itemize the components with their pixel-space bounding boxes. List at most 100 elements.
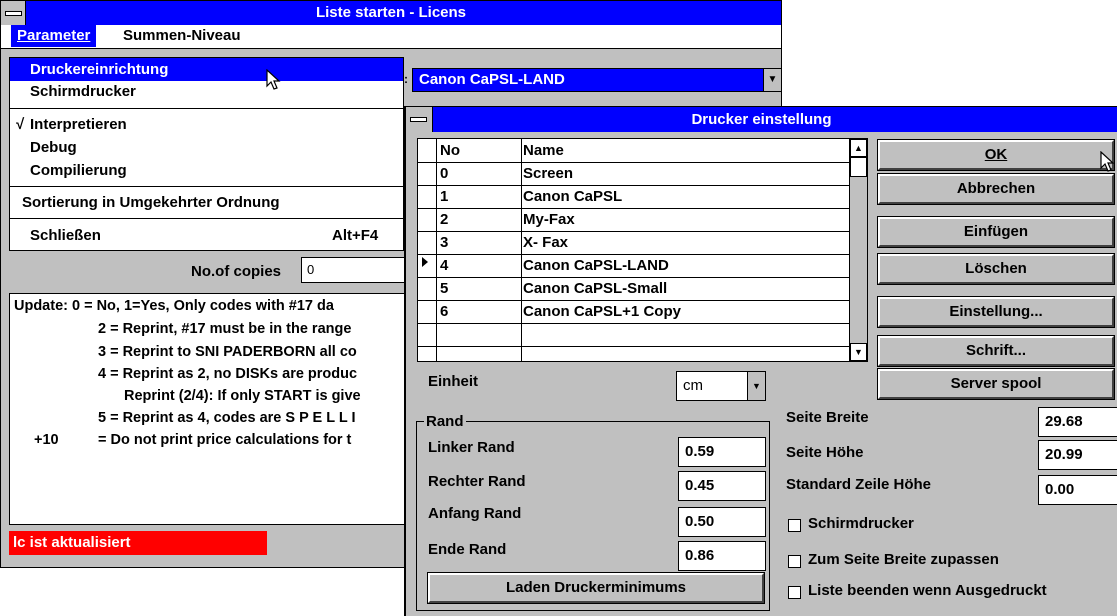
einheit-label: Einheit bbox=[428, 373, 479, 390]
table-row-empty[interactable] bbox=[418, 323, 850, 347]
ende-rand-label: Ende Rand bbox=[428, 541, 507, 558]
cell-no: 6 bbox=[440, 303, 449, 320]
check-icon: √ bbox=[16, 116, 25, 133]
menu-item-compilierung[interactable]: Compilierung bbox=[10, 159, 403, 182]
druckereinrichtung-label: Druckereinrichtung bbox=[30, 61, 169, 78]
printer-settings-dialog: Drucker einstellung No Name 0 Screen 1 Cano… bbox=[404, 106, 1117, 616]
window-title: Liste starten - Licens bbox=[1, 1, 781, 25]
zeile-hoehe-field[interactable]: 0.00 bbox=[1038, 475, 1117, 505]
status-bar: lc ist aktualisiert bbox=[9, 531, 267, 555]
cell-no: 0 bbox=[440, 165, 449, 182]
menu-separator bbox=[10, 218, 403, 219]
einheit-select[interactable]: cm ▼ bbox=[676, 371, 766, 401]
menu-item-schirmdrucker[interactable]: Schirmdrucker bbox=[10, 80, 403, 103]
seite-hoehe-label: Seite Höhe bbox=[786, 444, 864, 461]
header-name: Name bbox=[523, 142, 564, 159]
loeschen-button[interactable]: Löschen bbox=[877, 253, 1115, 285]
anfang-rand-label: Anfang Rand bbox=[428, 505, 522, 522]
schirmdrucker-checkbox[interactable] bbox=[788, 519, 801, 532]
menu-parameter-label: Parameter bbox=[17, 27, 91, 44]
server-spool-button[interactable]: Server spool bbox=[877, 368, 1115, 400]
rechter-rand-label: Rechter Rand bbox=[428, 473, 526, 490]
copies-input[interactable]: 0 bbox=[301, 257, 409, 283]
text-line: 2 = Reprint, #17 must be in the range bbox=[98, 321, 352, 337]
menu-bar: Parameter Summen-Niveau bbox=[1, 25, 781, 49]
text-line: +10 bbox=[34, 432, 59, 448]
table-row[interactable]: 0 Screen bbox=[418, 162, 850, 186]
menu-item-debug[interactable]: Debug bbox=[10, 136, 403, 159]
einstellung-button[interactable]: Einstellung... bbox=[877, 296, 1115, 328]
schliessen-label: Schließen bbox=[30, 227, 101, 244]
system-menu-button[interactable] bbox=[1, 1, 26, 25]
text-line: Reprint (2/4): If only START is give bbox=[124, 388, 361, 404]
compilierung-label: Compilierung bbox=[30, 162, 127, 179]
scroll-down-icon[interactable]: ▼ bbox=[850, 343, 867, 361]
sortierung-label: Sortierung in Umgekehrter Ordnung bbox=[22, 194, 280, 211]
menu-item-schliessen[interactable]: Schließen Alt+F4 bbox=[10, 224, 403, 247]
interpretieren-label: Interpretieren bbox=[30, 116, 127, 133]
seite-hoehe-field[interactable]: 20.99 bbox=[1038, 440, 1117, 470]
menu-parameter[interactable]: Parameter bbox=[11, 25, 97, 47]
header-no: No bbox=[440, 142, 460, 159]
text-line: 3 = Reprint to SNI PADERBORN all co bbox=[98, 344, 357, 360]
table-row[interactable]: 2 My-Fax bbox=[418, 208, 850, 232]
printer-table: No Name 0 Screen 1 Canon CaPSL 2 My-Fax 3 X- Fa… bbox=[417, 138, 868, 362]
menu-separator bbox=[10, 186, 403, 187]
text-line: 4 = Reprint as 2, no DISKs are produc bbox=[98, 366, 358, 382]
description-text: Update: 0 = No, 1=Yes, Only codes with #… bbox=[9, 293, 409, 525]
text-line: = Do not print price calculations for t bbox=[98, 432, 352, 448]
shortcut-label: Alt+F4 bbox=[332, 227, 379, 244]
cell-no: 4 bbox=[440, 257, 449, 274]
schirmdrucker-checkbox-label: Schirmdrucker bbox=[808, 515, 914, 532]
cell-no: 1 bbox=[440, 188, 449, 205]
zupassen-checkbox[interactable] bbox=[788, 555, 801, 568]
text-line: 5 = Reprint as 4, codes are S P E L L I bbox=[98, 410, 356, 426]
abbrechen-button[interactable]: Abbrechen bbox=[877, 173, 1115, 205]
seite-breite-label: Seite Breite bbox=[786, 409, 869, 426]
zeile-hoehe-label: Standard Zeile Höhe bbox=[786, 476, 932, 493]
laden-druckerminimums-button[interactable]: Laden Druckerminimums bbox=[427, 572, 765, 604]
schirmdrucker-label: Schirmdrucker bbox=[30, 83, 136, 100]
text-line: Update: 0 = No, 1=Yes, Only codes with #… bbox=[14, 298, 334, 314]
anfang-rand-field[interactable]: 0.50 bbox=[678, 507, 766, 537]
table-row[interactable]: 1 Canon CaPSL bbox=[418, 185, 850, 209]
cell-no: 5 bbox=[440, 280, 449, 297]
cell-name: Canon CaPSL bbox=[523, 188, 623, 205]
menu-summen-niveau[interactable]: Summen-Niveau bbox=[117, 25, 247, 47]
rand-group-title: Rand bbox=[424, 413, 466, 430]
table-scrollbar[interactable]: ▲ ▼ bbox=[849, 139, 867, 361]
scroll-up-icon[interactable]: ▲ bbox=[850, 139, 867, 157]
cell-name: Canon CaPSL-LAND bbox=[523, 257, 669, 274]
dropdown-arrow-icon[interactable]: ▼ bbox=[747, 372, 765, 400]
table-row[interactable]: 4 Canon CaPSL-LAND bbox=[418, 254, 850, 278]
beenden-checkbox[interactable] bbox=[788, 586, 801, 599]
mouse-pointer-icon bbox=[1100, 151, 1115, 172]
dropdown-arrow-icon[interactable]: ▼ bbox=[763, 69, 781, 91]
menu-separator bbox=[10, 108, 403, 109]
current-row-indicator-icon bbox=[422, 257, 428, 267]
linker-rand-label: Linker Rand bbox=[428, 439, 515, 456]
rechter-rand-field[interactable]: 0.45 bbox=[678, 471, 766, 501]
table-row[interactable]: 6 Canon CaPSL+1 Copy bbox=[418, 300, 850, 324]
scroll-thumb[interactable] bbox=[850, 157, 867, 177]
cell-no: 2 bbox=[440, 211, 449, 228]
menu-item-interpretieren[interactable]: √ Interpretieren bbox=[10, 113, 403, 136]
table-row[interactable]: 3 X- Fax bbox=[418, 231, 850, 255]
ende-rand-field[interactable]: 0.86 bbox=[678, 541, 766, 571]
schrift-button[interactable]: Schrift... bbox=[877, 335, 1115, 367]
beenden-checkbox-label: Liste beenden wenn Ausgedruckt bbox=[808, 582, 1047, 599]
zupassen-checkbox-label: Zum Seite Breite zupassen bbox=[808, 551, 999, 568]
einheit-value: cm bbox=[683, 377, 703, 394]
linker-rand-field[interactable]: 0.59 bbox=[678, 437, 766, 467]
menu-item-druckereinrichtung[interactable]: Druckereinrichtung bbox=[10, 58, 403, 81]
seite-breite-field[interactable]: 29.68 bbox=[1038, 407, 1117, 437]
printer-select[interactable]: Canon CaPSL-LAND ▼ bbox=[412, 68, 782, 92]
ok-button[interactable]: OK bbox=[877, 139, 1115, 171]
table-header: No Name bbox=[418, 139, 850, 163]
einfuegen-button[interactable]: Einfügen bbox=[877, 216, 1115, 248]
system-menu-button[interactable] bbox=[406, 107, 433, 132]
cell-name: Canon CaPSL-Small bbox=[523, 280, 668, 297]
copies-label: No.of copies bbox=[191, 263, 282, 280]
menu-item-sortierung[interactable]: Sortierung in Umgekehrter Ordnung bbox=[10, 191, 403, 214]
table-row[interactable]: 5 Canon CaPSL-Small bbox=[418, 277, 850, 301]
